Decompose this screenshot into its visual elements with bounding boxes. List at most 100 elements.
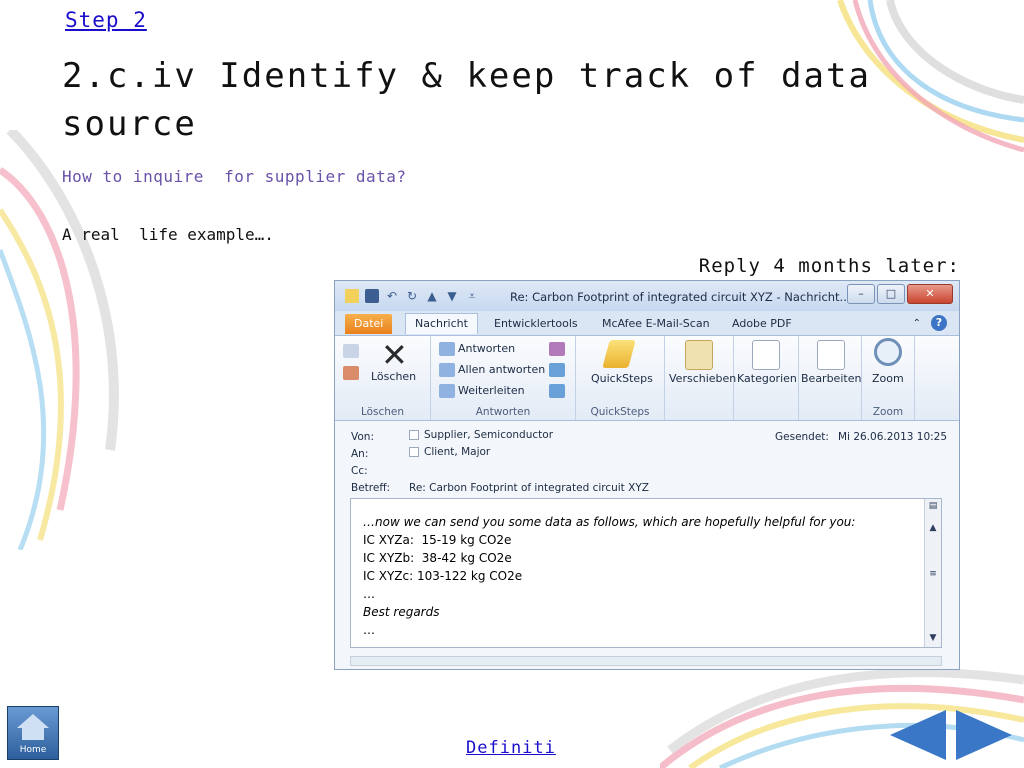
forward-label: Weiterleiten: [458, 384, 525, 397]
zoom-icon[interactable]: [874, 338, 902, 366]
reply-icon: [439, 342, 455, 356]
forward-button[interactable]: Weiterleiten: [439, 384, 525, 398]
sent-value: Mi 26.06.2013 10:25: [838, 431, 948, 443]
window-title: Re: Carbon Footprint of integrated circu…: [510, 290, 851, 304]
group-move: Verschieben: [665, 336, 736, 420]
slide-subtitle: How to inquire for supplier data?: [62, 167, 407, 186]
home-button[interactable]: Home: [7, 706, 59, 760]
collapse-ribbon-icon[interactable]: ⌃: [913, 318, 921, 329]
scroll-split-icon: ▤: [928, 501, 938, 511]
group-label-delete: Löschen: [360, 406, 405, 418]
save-icon[interactable]: [365, 289, 379, 303]
meeting-icon[interactable]: [549, 342, 565, 356]
group-label-respond: Antworten: [475, 406, 531, 418]
body-scrollbar[interactable]: ▤ ▲ ≡ ▼: [924, 499, 941, 647]
body-line: …: [363, 587, 375, 601]
mail-icon[interactable]: [345, 289, 359, 303]
next-arrow-icon[interactable]: [956, 710, 1012, 760]
body-line: IC XYZc: 103-122 kg CO2e: [363, 569, 523, 583]
tab-developer[interactable]: Entwicklertools: [485, 314, 587, 334]
more-respond-icon[interactable]: [549, 384, 565, 398]
redo-icon[interactable]: ↻: [405, 289, 419, 303]
down-arrow-icon[interactable]: ▼: [445, 289, 459, 303]
subject-value: Re: Carbon Footprint of integrated circu…: [409, 482, 649, 494]
ribbon: ✕ Löschen Löschen Antworten Allen antwor…: [335, 336, 959, 421]
scroll-down-icon[interactable]: ▼: [927, 633, 939, 643]
home-icon-body: [22, 728, 44, 740]
subject-label: Betreff:: [351, 482, 391, 494]
to-checkbox-icon: [409, 447, 419, 457]
reply-label: Antworten: [458, 342, 516, 355]
cleanup-icon[interactable]: [343, 366, 359, 380]
ignore-icon[interactable]: [343, 344, 359, 358]
group-delete: ✕ Löschen Löschen: [335, 336, 431, 420]
delete-button[interactable]: Löschen: [371, 370, 416, 383]
home-label: Home: [19, 745, 47, 755]
quicksteps-button[interactable]: QuickSteps: [591, 372, 653, 385]
from-checkbox-icon: [409, 430, 419, 440]
from-value[interactable]: Supplier, Semiconductor: [409, 429, 553, 441]
body-line: …now we can send you some data as follow…: [363, 515, 856, 529]
message-headers: Von: Supplier, Semiconductor An: Client,…: [335, 421, 959, 497]
quick-access-toolbar: ↶ ↻ ▲ ▼ ⩡: [345, 289, 479, 303]
categories-button[interactable]: Kategorien: [737, 372, 797, 385]
im-icon[interactable]: [549, 363, 565, 377]
reply-all-icon: [439, 363, 455, 377]
close-icon[interactable]: ✕: [907, 284, 953, 304]
example-text: A real life example….: [62, 225, 274, 244]
edit-button[interactable]: Bearbeiten: [801, 372, 861, 385]
reply-all-label: Allen antworten: [458, 363, 546, 376]
ribbon-tabs: Datei Nachricht Entwicklertools McAfee E…: [335, 311, 959, 336]
from-label: Von:: [351, 431, 374, 443]
tab-mcafee[interactable]: McAfee E-Mail-Scan: [593, 314, 719, 334]
scroll-up-icon[interactable]: ▲: [927, 523, 939, 533]
to-label: An:: [351, 448, 369, 460]
window-titlebar: ↶ ↻ ▲ ▼ ⩡ Re: Carbon Footprint of integr…: [335, 281, 959, 311]
group-tags: Kategorien: [734, 336, 799, 420]
reply-text: Reply 4 months later:: [698, 255, 960, 277]
customize-icon[interactable]: ⩡: [465, 289, 479, 303]
undo-icon[interactable]: ↶: [385, 289, 399, 303]
window-controls: – □ ✕: [847, 284, 953, 304]
home-icon: [17, 714, 49, 728]
tab-adobe-pdf[interactable]: Adobe PDF: [723, 314, 801, 334]
definition-link[interactable]: Definiti: [466, 738, 556, 758]
minimize-icon[interactable]: –: [847, 284, 875, 304]
tab-file[interactable]: Datei: [345, 314, 393, 334]
body-line: …: [363, 623, 375, 637]
sent-label: Gesendet:: [775, 431, 829, 443]
body-line: IC XYZb: 38-42 kg CO2e: [363, 551, 512, 565]
to-value[interactable]: Client, Major: [409, 446, 490, 458]
maximize-icon[interactable]: □: [877, 284, 905, 304]
reply-button[interactable]: Antworten: [439, 342, 515, 356]
from-name: Supplier, Semiconductor: [424, 429, 554, 441]
up-arrow-icon[interactable]: ▲: [425, 289, 439, 303]
group-zoom: Zoom Zoom: [862, 336, 915, 420]
scroll-thumb-icon[interactable]: ≡: [927, 569, 939, 579]
move-icon[interactable]: [685, 340, 713, 370]
to-name: Client, Major: [424, 446, 491, 458]
help-area: ⌃ ?: [913, 315, 947, 331]
message-body[interactable]: …now we can send you some data as follow…: [350, 498, 942, 648]
body-line: Best regards: [363, 605, 440, 619]
quicksteps-icon[interactable]: [602, 340, 636, 368]
zoom-button[interactable]: Zoom: [872, 372, 904, 385]
group-edit: Bearbeiten: [799, 336, 862, 420]
categories-icon[interactable]: [752, 340, 780, 370]
previous-arrow-icon[interactable]: [890, 710, 946, 760]
slide-title: 2.c.iv Identify & keep track of data sou…: [62, 56, 871, 144]
binoculars-icon[interactable]: [817, 340, 845, 370]
group-label-quicksteps: QuickSteps: [590, 406, 650, 418]
step-link[interactable]: Step 2: [65, 8, 147, 32]
group-quicksteps: QuickSteps QuickSteps: [576, 336, 665, 420]
body-line: IC XYZa: 15-19 kg CO2e: [363, 533, 512, 547]
email-window: ↶ ↻ ▲ ▼ ⩡ Re: Carbon Footprint of integr…: [334, 280, 960, 670]
tab-message[interactable]: Nachricht: [405, 313, 478, 334]
cc-label: Cc:: [351, 465, 368, 477]
delete-icon[interactable]: ✕: [381, 336, 408, 374]
reply-all-button[interactable]: Allen antworten: [439, 363, 545, 377]
group-label-zoom: Zoom: [872, 406, 904, 418]
forward-icon: [439, 384, 455, 398]
help-icon[interactable]: ?: [931, 315, 947, 331]
move-button[interactable]: Verschieben: [669, 372, 736, 385]
